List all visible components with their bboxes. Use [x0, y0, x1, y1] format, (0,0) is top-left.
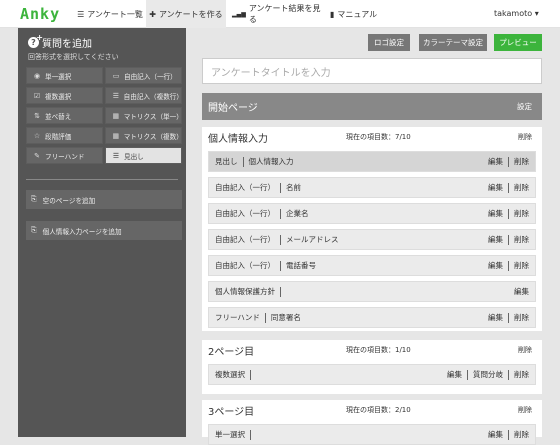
edit-link[interactable]: 編集	[488, 429, 503, 440]
question-sidebar: ? + 質問を追加 回答形式を選択してください ◉ 単一選択 ▭ 自由記入（一行） ☑…	[18, 28, 186, 437]
start-page-bar[interactable]: 開始ページ 設定	[202, 93, 542, 120]
survey-title-input[interactable]: アンケートタイトルを入力	[202, 58, 542, 84]
start-page-label: 開始ページ	[208, 103, 258, 114]
question-row[interactable]: 自由記入（一行） 電話番号 編集 削除	[208, 255, 536, 276]
delete-link[interactable]: 削除	[514, 182, 529, 193]
question-row[interactable]: 自由記入（一行） 名前 編集 削除	[208, 177, 536, 198]
delete-link[interactable]: 削除	[514, 234, 529, 245]
edit-link[interactable]: 編集	[488, 208, 503, 219]
logo-settings-button[interactable]: ロゴ設定	[368, 34, 410, 51]
sort-icon: ⇅	[34, 111, 40, 120]
type-single-choice[interactable]: ◉ 単一選択	[26, 67, 103, 84]
app-logo[interactable]: Anky	[20, 5, 60, 23]
type-multi-line[interactable]: ☰ 自由記入（複数行）	[105, 87, 183, 104]
delete-link[interactable]: 削除	[514, 312, 529, 323]
type-freehand[interactable]: ✎ フリーハンド	[26, 147, 103, 164]
item-count: 現在の項目数：7/10	[346, 133, 411, 141]
matrix-single-icon: ▦	[112, 111, 120, 120]
type-single-line[interactable]: ▭ 自由記入（一行）	[105, 67, 182, 84]
type-heading[interactable]: ☰ 見出し	[105, 147, 182, 164]
type-multiple-choice[interactable]: ☑ 複数選択	[26, 87, 103, 104]
branch-link[interactable]: 質問分岐	[473, 369, 503, 380]
section-title: 2ページ目	[208, 347, 255, 358]
plus-icon: ✚	[149, 9, 156, 19]
nav-survey-results[interactable]: ▂▄▆ アンケート結果を見る	[232, 0, 322, 28]
user-menu[interactable]: takamoto ▾	[494, 9, 539, 18]
page-section: 2ページ目 現在の項目数：1/10 削除 複数選択 編集 質問分岐 削除	[202, 340, 542, 394]
nav-create-survey[interactable]: ✚ アンケートを作る	[146, 0, 226, 28]
question-row[interactable]: 個人情報保護方針 編集	[208, 281, 536, 302]
single-line-icon: ▭	[112, 71, 120, 80]
sidebar-subtitle: 回答形式を選択してください	[28, 53, 119, 61]
delete-link[interactable]: 削除	[514, 260, 529, 271]
question-row[interactable]: フリーハンド 同意署名 編集 削除	[208, 307, 536, 328]
nav-manual[interactable]: ▮ マニュアル	[330, 0, 380, 28]
item-count: 現在の項目数：1/10	[346, 346, 411, 354]
nav-survey-list[interactable]: ☰ アンケート一覧	[74, 0, 146, 28]
type-matrix-single[interactable]: ▦ マトリクス（単一）	[105, 107, 183, 124]
radio-icon: ◉	[33, 71, 41, 80]
section-header: 個人情報入力 現在の項目数：7/10 削除	[202, 127, 542, 145]
question-row[interactable]: 複数選択 編集 質問分岐 削除	[208, 364, 536, 385]
start-page-settings[interactable]: 設定	[517, 101, 532, 112]
question-row[interactable]: 自由記入（一行） 企業名 編集 削除	[208, 203, 536, 224]
question-row[interactable]: 見出し 個人情報入力 編集 削除	[208, 151, 536, 172]
item-count: 現在の項目数：2/10	[346, 406, 411, 414]
sidebar-title: ? + 質問を追加	[28, 33, 92, 50]
document-icon: ▮	[330, 9, 335, 19]
edit-link[interactable]: 編集	[488, 260, 503, 271]
multi-line-icon: ☰	[112, 91, 119, 100]
bar-chart-icon: ▂▄▆	[232, 10, 246, 18]
edit-link[interactable]: 編集	[488, 156, 503, 167]
matrix-multi-icon: ▦	[112, 131, 120, 140]
star-icon: ☆	[33, 131, 41, 140]
section-header: 3ページ目 現在の項目数：2/10 削除	[202, 400, 542, 418]
section-title: 3ページ目	[208, 407, 255, 418]
page-add-icon: ⎘	[31, 195, 37, 203]
edit-link[interactable]: 編集	[488, 182, 503, 193]
freehand-icon: ✎	[34, 151, 40, 160]
sidebar-divider	[26, 179, 178, 180]
question-add-icon: ? +	[28, 33, 43, 48]
question-row[interactable]: 単一選択 編集 削除	[208, 424, 536, 445]
add-personal-info-page-button[interactable]: ⎘ 個人情報入力ページを追加	[26, 221, 182, 240]
edit-link[interactable]: 編集	[488, 234, 503, 245]
question-row[interactable]: 自由記入（一行） メールアドレス 編集 削除	[208, 229, 536, 250]
page-section: 3ページ目 現在の項目数：2/10 削除 単一選択 編集 削除	[202, 400, 542, 445]
delete-link[interactable]: 削除	[514, 156, 529, 167]
section-header: 2ページ目 現在の項目数：1/10 削除	[202, 340, 542, 358]
delete-link[interactable]: 削除	[514, 429, 529, 440]
top-navbar: Anky ☰ アンケート一覧 ✚ アンケートを作る ▂▄▆ アンケート結果を見る ▮ マ…	[0, 0, 560, 28]
checkbox-icon: ☑	[33, 91, 41, 100]
edit-link[interactable]: 編集	[447, 369, 462, 380]
delete-link[interactable]: 削除	[514, 208, 529, 219]
add-blank-page-button[interactable]: ⎘ 空のページを追加	[26, 190, 182, 209]
edit-link[interactable]: 編集	[514, 286, 529, 297]
type-rating[interactable]: ☆ 段階評価	[26, 127, 103, 144]
type-sort[interactable]: ⇅ 並べ替え	[26, 107, 103, 124]
section-delete[interactable]: 削除	[518, 405, 532, 415]
color-theme-button[interactable]: カラーテーマ設定	[419, 34, 487, 51]
edit-link[interactable]: 編集	[488, 312, 503, 323]
preview-button[interactable]: プレビュー	[494, 34, 542, 51]
section-delete[interactable]: 削除	[518, 132, 532, 142]
delete-link[interactable]: 削除	[514, 369, 529, 380]
list-icon: ☰	[77, 9, 85, 19]
page-add-icon: ⎘	[31, 226, 37, 234]
page-section: 個人情報入力 現在の項目数：7/10 削除 見出し 個人情報入力 編集 削除 自由記…	[202, 127, 542, 331]
section-title: 個人情報入力	[208, 134, 268, 145]
section-delete[interactable]: 削除	[518, 345, 532, 355]
type-matrix-multi[interactable]: ▦ マトリクス（複数）	[105, 127, 183, 144]
heading-icon: ☰	[112, 151, 120, 160]
